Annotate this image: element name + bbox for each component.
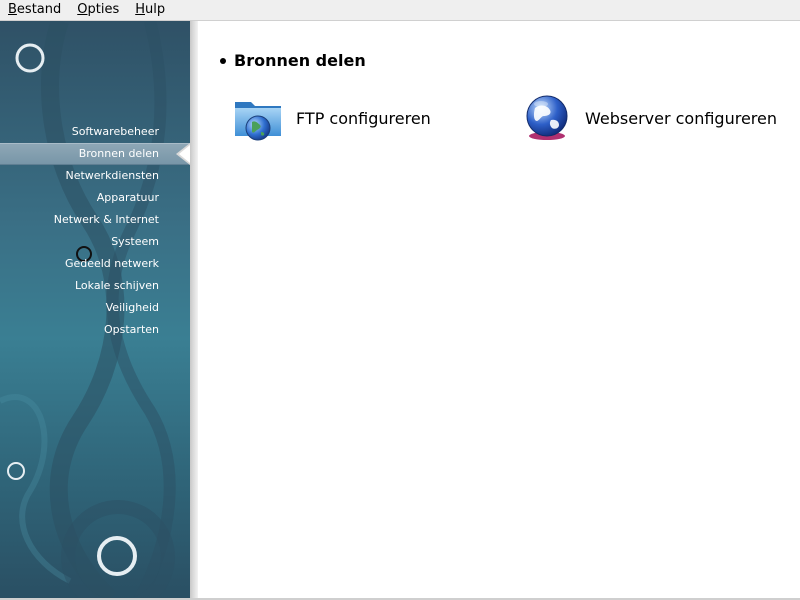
ftp-folder-globe-icon: [235, 102, 281, 141]
menu-bestand-mnemonic: B: [8, 2, 17, 17]
bullet-icon: [220, 57, 226, 64]
sidebar-item-veiligheid[interactable]: Veiligheid: [0, 297, 190, 319]
ring-top-icon: [15, 43, 45, 73]
webserver-globe-icon: [526, 95, 568, 140]
ring-left-icon: [7, 462, 25, 480]
sidebar-item-label: Netwerkdiensten: [65, 169, 159, 182]
menu-bestand[interactable]: Bestand: [0, 0, 69, 20]
ftp-configure-button[interactable]: FTP configureren: [232, 92, 431, 144]
menu-bestand-label: estand: [16, 2, 62, 17]
sidebar-item-label: Gedeeld netwerk: [64, 257, 159, 270]
sidebar: Softwarebeheer Bronnen delen Netwerkdien…: [0, 21, 190, 599]
main-content: Bronnen delen FTP configureren Webserver…: [198, 21, 800, 598]
sidebar-item-label: Lokale schijven: [74, 279, 159, 292]
sidebar-item-systeem[interactable]: Systeem: [0, 231, 190, 253]
sidebar-item-gedeeld-netwerk[interactable]: Gedeeld netwerk: [0, 253, 190, 275]
webserver-configure-button[interactable]: Webserver configureren: [521, 92, 777, 144]
sidebar-item-lokale-schijven[interactable]: Lokale schijven: [0, 275, 190, 297]
menu-opties-mnemonic: O: [77, 2, 88, 17]
sidebar-item-label: Systeem: [111, 235, 159, 248]
panel-divider[interactable]: [190, 21, 198, 599]
sidebar-item-opstarten[interactable]: Opstarten: [0, 319, 190, 341]
ring-bottom-icon: [97, 536, 137, 576]
section-title: Bronnen delen: [220, 51, 366, 70]
sidebar-item-netwerkdiensten[interactable]: Netwerkdiensten: [0, 165, 190, 187]
sidebar-item-netwerk-internet[interactable]: Netwerk & Internet: [0, 209, 190, 231]
menu-bar: Bestand Opties Hulp: [0, 0, 800, 20]
sidebar-item-label: Apparatuur: [96, 191, 159, 204]
menu-opties[interactable]: Opties: [69, 0, 127, 20]
section-title-text: Bronnen delen: [234, 51, 366, 70]
application-window: Bestand Opties Hulp Softwarebeheer Bronn…: [0, 0, 800, 600]
sidebar-item-apparatuur[interactable]: Apparatuur: [0, 187, 190, 209]
menu-hulp-label: ulp: [145, 2, 166, 17]
menu-hulp[interactable]: Hulp: [127, 0, 173, 20]
sidebar-item-label: Netwerk & Internet: [53, 213, 159, 226]
sidebar-item-label: Softwarebeheer: [71, 125, 159, 138]
sidebar-item-label: Opstarten: [104, 323, 159, 336]
webserver-configure-label: Webserver configureren: [585, 108, 777, 128]
sidebar-item-label: Veiligheid: [105, 301, 159, 314]
menu-opties-label: pties: [87, 2, 120, 17]
sidebar-item-label: Bronnen delen: [78, 147, 159, 160]
ftp-configure-label: FTP configureren: [296, 108, 431, 128]
sidebar-item-bronnen-delen[interactable]: Bronnen delen: [0, 143, 190, 165]
menu-hulp-mnemonic: H: [135, 2, 145, 17]
sidebar-menu: Softwarebeheer Bronnen delen Netwerkdien…: [0, 121, 190, 341]
sidebar-item-softwarebeheer[interactable]: Softwarebeheer: [0, 121, 190, 143]
